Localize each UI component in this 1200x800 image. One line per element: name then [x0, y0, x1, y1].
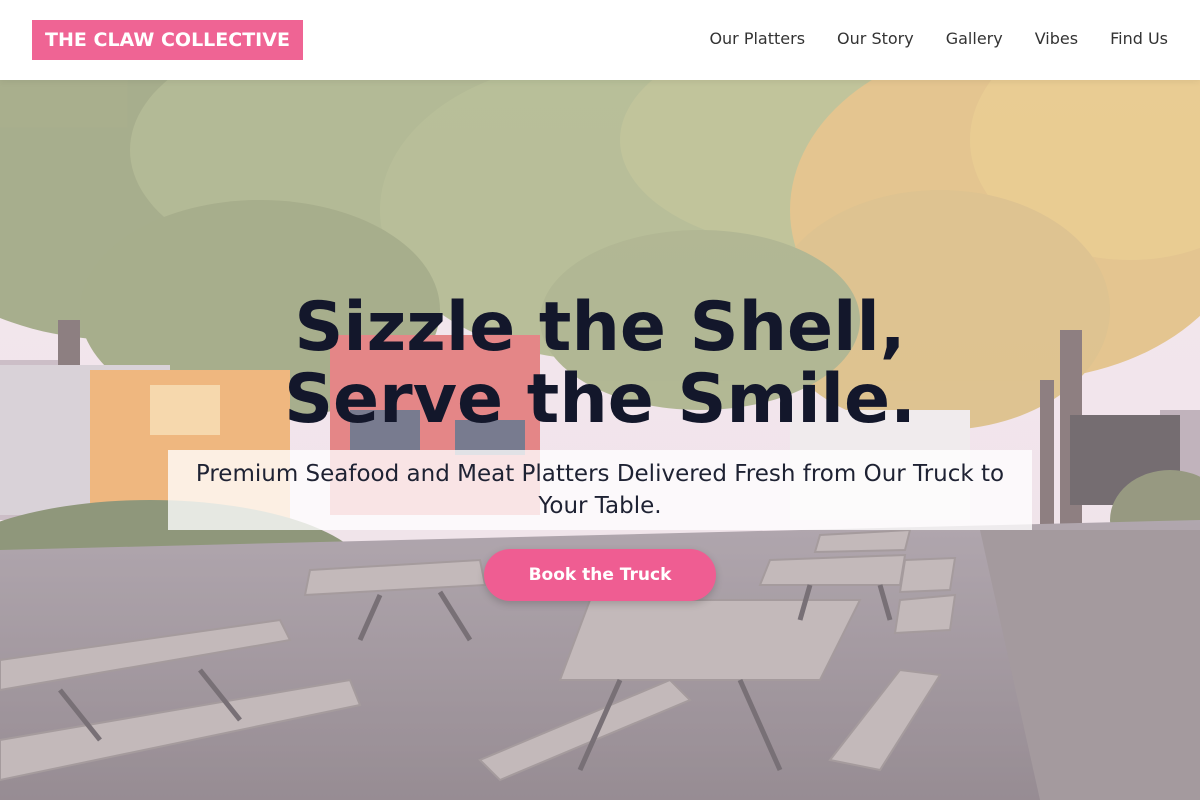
- hero-overlay: [0, 80, 1200, 800]
- nav-vibes[interactable]: Vibes: [1035, 28, 1078, 50]
- hero-headline: Sizzle the Shell, Serve the Smile.: [0, 292, 1200, 436]
- main-nav: Our Platters Our Story Gallery Vibes Fin…: [709, 28, 1168, 50]
- nav-gallery[interactable]: Gallery: [946, 28, 1003, 50]
- nav-our-platters[interactable]: Our Platters: [709, 28, 805, 50]
- site-header: THE CLAW COLLECTIVE Our Platters Our Sto…: [0, 0, 1200, 80]
- hero-subtitle: Premium Seafood and Meat Platters Delive…: [195, 461, 1005, 519]
- nav-find-us[interactable]: Find Us: [1110, 28, 1168, 50]
- nav-our-story[interactable]: Our Story: [837, 28, 914, 50]
- book-truck-button[interactable]: Book the Truck: [484, 549, 716, 601]
- headline-line-2: Serve the Smile.: [284, 360, 916, 439]
- hero-subtitle-box: Premium Seafood and Meat Platters Delive…: [168, 450, 1032, 530]
- logo[interactable]: THE CLAW COLLECTIVE: [32, 20, 303, 60]
- hero-section: Sizzle the Shell, Serve the Smile. Premi…: [0, 80, 1200, 800]
- headline-line-1: Sizzle the Shell,: [294, 288, 906, 367]
